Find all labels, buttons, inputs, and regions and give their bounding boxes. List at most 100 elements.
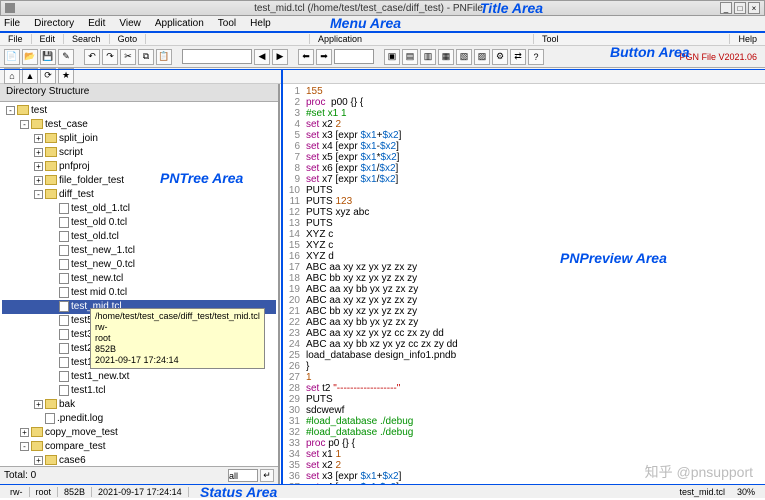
menu-help[interactable]: Help xyxy=(250,18,271,29)
menu-tool[interactable]: Tool xyxy=(218,18,236,29)
search-next-icon[interactable]: ▶ xyxy=(272,49,288,65)
folder-copy-move-test[interactable]: +copy_move_test xyxy=(2,426,276,440)
status-owner: root xyxy=(30,487,59,497)
folder-diff-test[interactable]: -diff_test xyxy=(2,188,276,202)
code-line-27: 271 xyxy=(282,372,763,383)
folder-file-folder-test[interactable]: +file_folder_test xyxy=(2,174,276,188)
directory-tree[interactable]: -test-test_case+split_join+script+pnfpro… xyxy=(0,102,278,466)
maximize-button[interactable]: □ xyxy=(734,2,746,14)
menu-file[interactable]: File xyxy=(4,18,20,29)
home-icon[interactable]: ⌂ xyxy=(4,68,20,84)
menu-application[interactable]: Application xyxy=(155,18,204,29)
code-line-34: 34set x1 1 xyxy=(282,449,763,460)
file-tooltip: /home/test/test_case/diff_test/test_mid.… xyxy=(90,308,265,369)
file-test-mid-0-tcl[interactable]: test mid 0.tcl xyxy=(2,286,276,300)
minimize-button[interactable]: _ xyxy=(720,2,732,14)
goto-back-icon[interactable]: ⬅ xyxy=(298,49,314,65)
code-line-31: 31#load_database ./debug xyxy=(282,416,763,427)
app-btn-5[interactable]: ▧ xyxy=(456,49,472,65)
sec-goto: Goto xyxy=(110,34,147,44)
file-test-old-1-tcl[interactable]: test_old_1.tcl xyxy=(2,202,276,216)
app-btn-3[interactable]: ▥ xyxy=(420,49,436,65)
filter-input[interactable] xyxy=(228,469,258,482)
code-line-9: 9set x7 [expr $x1/$x2] xyxy=(282,174,763,185)
save-icon[interactable]: 💾 xyxy=(40,49,56,65)
code-line-25: 25load_database design_info1.pndb xyxy=(282,350,763,361)
goto-input[interactable] xyxy=(334,49,374,64)
code-line-19: 19ABC aa xy bb yx yz zx zy xyxy=(282,284,763,295)
folder-pnfproj[interactable]: +pnfproj xyxy=(2,160,276,174)
folder-test-case[interactable]: -test_case xyxy=(2,118,276,132)
code-line-26: 26} xyxy=(282,361,763,372)
code-line-32: 32#load_database ./debug xyxy=(282,427,763,438)
close-button[interactable]: × xyxy=(748,2,760,14)
app-btn-4[interactable]: ▦ xyxy=(438,49,454,65)
refresh-icon[interactable]: ⟳ xyxy=(40,68,56,84)
file--pnedit-log[interactable]: .pnedit.log xyxy=(2,412,276,426)
file-test-old-0-tcl[interactable]: test_old 0.tcl xyxy=(2,216,276,230)
search-prev-icon[interactable]: ◀ xyxy=(254,49,270,65)
folder-script[interactable]: +script xyxy=(2,146,276,160)
search-input[interactable] xyxy=(182,49,252,64)
file-test-new-0-tcl[interactable]: test_new_0.tcl xyxy=(2,258,276,272)
code-line-22: 22ABC aa xy bb yx yz zx zy xyxy=(282,317,763,328)
help-icon[interactable]: ? xyxy=(528,49,544,65)
code-line-36: 36set x3 [expr $x1+$x2] xyxy=(282,471,763,482)
code-line-2: 2proc p00 {} { xyxy=(282,97,763,108)
status-file: test_mid.tcl xyxy=(673,487,731,497)
code-line-3: 3#set x1 1 xyxy=(282,108,763,119)
code-line-17: 17ABC aa xy xz yx yz zx zy xyxy=(282,262,763,273)
code-line-5: 5set x3 [expr $x1+$x2] xyxy=(282,130,763,141)
undo-icon[interactable]: ↶ xyxy=(84,49,100,65)
code-line-4: 4set x2 2 xyxy=(282,119,763,130)
folder-split-join[interactable]: +split_join xyxy=(2,132,276,146)
sec-search: Search xyxy=(64,34,110,44)
filter-go-icon[interactable]: ↵ xyxy=(260,469,274,482)
app-btn-1[interactable]: ▣ xyxy=(384,49,400,65)
folder-bak[interactable]: +bak xyxy=(2,398,276,412)
sec-file: File xyxy=(0,34,32,44)
file-test-old-tcl[interactable]: test_old.tcl xyxy=(2,230,276,244)
version-label: PGN File V2021.06 xyxy=(679,52,761,62)
edit-icon[interactable]: ✎ xyxy=(58,49,74,65)
menu-bar: File Directory Edit View Application Tool Help xyxy=(0,16,765,32)
file-test-new-tcl[interactable]: test_new.tcl xyxy=(2,272,276,286)
code-line-13: 13PUTS xyxy=(282,218,763,229)
status-bar: rw- root 852B 2021-09-17 17:24:14 test_m… xyxy=(0,484,765,498)
up-icon[interactable]: ▲ xyxy=(22,68,38,84)
total-label: Total: 0 xyxy=(4,470,36,481)
window-title: test_mid.tcl (/home/test/test_case/diff_… xyxy=(19,3,718,14)
goto-fwd-icon[interactable]: ➡ xyxy=(316,49,332,65)
file-test-new-1-tcl[interactable]: test_new_1.tcl xyxy=(2,244,276,258)
menu-directory[interactable]: Directory xyxy=(34,18,74,29)
file-test1-tcl[interactable]: test1.tcl xyxy=(2,384,276,398)
app-btn-6[interactable]: ▨ xyxy=(474,49,490,65)
file-test1-new-txt[interactable]: test1_new.txt xyxy=(2,370,276,384)
folder-compare-test[interactable]: -compare_test xyxy=(2,440,276,454)
cut-icon[interactable]: ✂ xyxy=(120,49,136,65)
copy-icon[interactable]: ⧉ xyxy=(138,49,154,65)
code-line-24: 24ABC aa xy bb xz yx yz cc zx zy dd xyxy=(282,339,763,350)
tree-footer: Total: 0 ↵ xyxy=(0,466,278,484)
new-file-icon[interactable]: 📄 xyxy=(4,49,20,65)
open-icon[interactable]: 📂 xyxy=(22,49,38,65)
tool-btn-2[interactable]: ⇄ xyxy=(510,49,526,65)
code-line-35: 35set x2 2 xyxy=(282,460,763,471)
app-btn-2[interactable]: ▤ xyxy=(402,49,418,65)
folder-test[interactable]: -test xyxy=(2,104,276,118)
code-line-7: 7set x5 [expr $x1*$x2] xyxy=(282,152,763,163)
code-viewer[interactable]: 11552proc p00 {} {3#set x1 14set x2 25se… xyxy=(280,84,765,484)
redo-icon[interactable]: ↷ xyxy=(102,49,118,65)
code-line-21: 21ABC bb xy xz yx yz zx zy xyxy=(282,306,763,317)
code-line-29: 29PUTS xyxy=(282,394,763,405)
status-pct: 30% xyxy=(731,487,761,497)
nav-strip: ⌂ ▲ ⟳ ★ xyxy=(0,68,765,84)
paste-icon[interactable]: 📋 xyxy=(156,49,172,65)
menu-view[interactable]: View xyxy=(119,18,141,29)
sec-help: Help xyxy=(729,34,765,44)
sec-application: Application xyxy=(309,34,370,44)
tool-btn-1[interactable]: ⚙ xyxy=(492,49,508,65)
star-icon[interactable]: ★ xyxy=(58,68,74,84)
menu-edit[interactable]: Edit xyxy=(88,18,105,29)
folder-case6[interactable]: +case6 xyxy=(2,454,276,466)
